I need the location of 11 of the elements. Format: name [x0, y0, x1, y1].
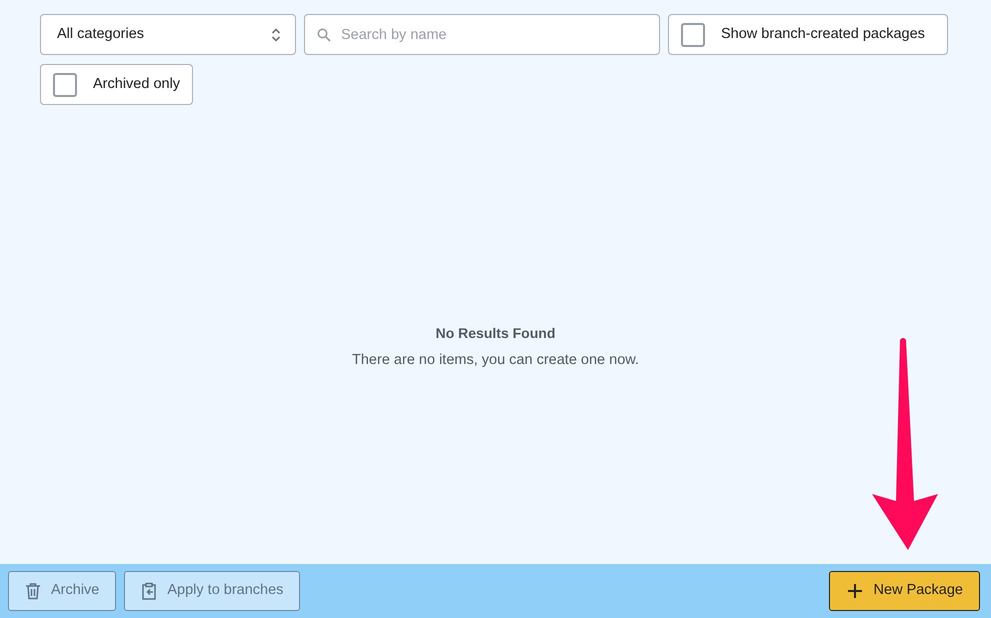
- trash-icon: [25, 582, 41, 600]
- empty-state-title: No Results Found: [436, 324, 556, 343]
- empty-state-message: There are no items, you can create one now.: [352, 350, 639, 370]
- search-field[interactable]: Search by name: [304, 14, 660, 55]
- new-package-button[interactable]: New Package: [828, 571, 980, 611]
- sort-caret-icon: [271, 26, 281, 42]
- checkbox-filter[interactable]: Archived only: [40, 64, 194, 105]
- plus-icon: [848, 584, 862, 598]
- checkbox-filter[interactable]: Show branch-created packages: [668, 14, 948, 55]
- clipboard-icon: [141, 582, 158, 600]
- category-select[interactable]: All categories: [40, 14, 296, 55]
